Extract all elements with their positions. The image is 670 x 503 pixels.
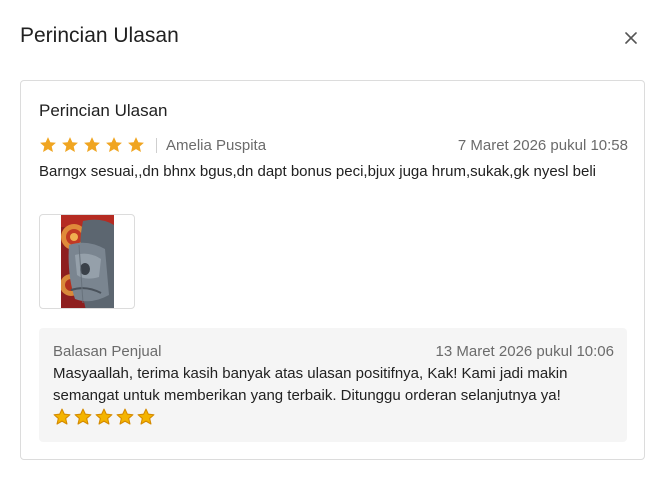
reviewer-name: Amelia Puspita <box>166 136 267 154</box>
modal-title: Perincian Ulasan <box>20 24 179 47</box>
seller-reply-date: 13 Maret 2026 pukul 10:06 <box>435 343 614 360</box>
seller-reply-stars <box>53 408 155 426</box>
review-photo-thumbnail[interactable] <box>39 214 135 309</box>
star-icon <box>106 137 122 153</box>
star-emoji-icon <box>95 408 113 425</box>
close-icon <box>625 32 637 44</box>
star-emoji-icon <box>116 408 134 425</box>
rating-stars <box>39 136 145 154</box>
star-emoji-icon <box>53 408 71 425</box>
seller-reply-header: Balasan Penjual 13 Maret 2026 pukul 10:0… <box>53 343 614 361</box>
star-icon <box>128 137 144 153</box>
seller-reply-label: Balasan Penjual <box>53 343 162 360</box>
star-icon <box>62 137 78 153</box>
star-icon <box>40 137 56 153</box>
review-text: Barngx sesuai,,dn bhnx bgus,dn dapt bonu… <box>39 163 597 180</box>
rating-row: Amelia Puspita 7 Maret 2026 pukul 10:58 <box>39 134 628 156</box>
star-icon <box>84 137 100 153</box>
review-date: 7 Maret 2026 pukul 10:58 <box>457 136 628 154</box>
review-photo <box>61 215 114 308</box>
seller-reply: Balasan Penjual 13 Maret 2026 pukul 10:0… <box>39 328 627 442</box>
review-card: Perincian Ulasan Amelia Puspita 7 Maret … <box>20 80 645 460</box>
review-card-title: Perincian Ulasan <box>39 101 168 120</box>
star-emoji-icon <box>74 408 92 425</box>
seller-reply-text: Masyaallah, terima kasih banyak atas ula… <box>53 365 568 404</box>
close-button[interactable] <box>618 25 644 51</box>
divider <box>156 137 157 153</box>
star-emoji-icon <box>137 408 155 425</box>
modal-header: Perincian Ulasan <box>0 0 670 72</box>
